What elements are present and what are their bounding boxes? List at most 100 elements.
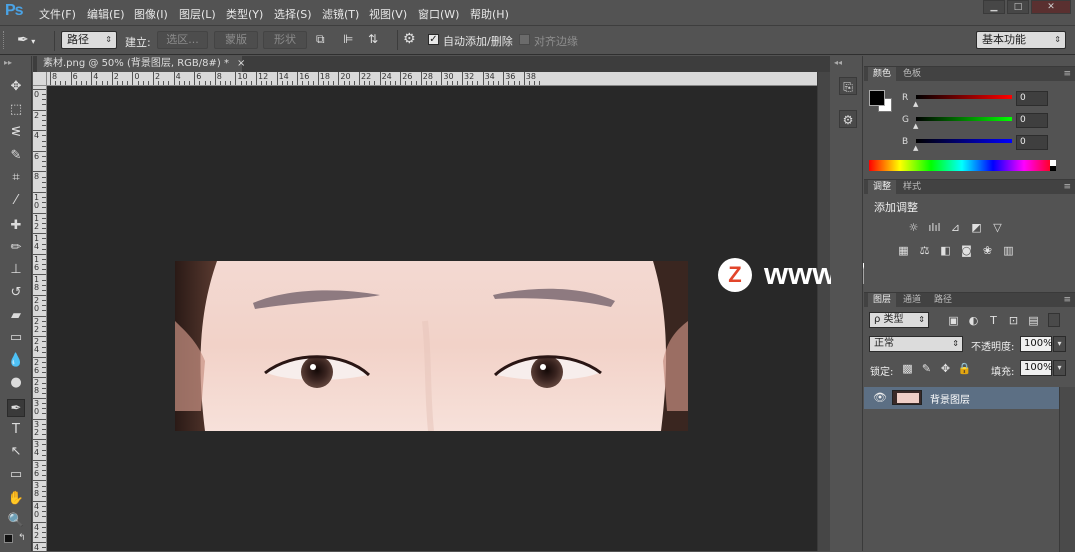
menu-layer[interactable]: 图层(L)	[179, 6, 216, 22]
b-value-input[interactable]: 0	[1016, 135, 1048, 150]
path-selection-tool-icon[interactable]: ↖	[7, 443, 25, 461]
vertical-scrollbar[interactable]	[817, 72, 830, 551]
lock-transparent-icon[interactable]: ▩	[900, 362, 915, 375]
gear-icon[interactable]: ⚙	[403, 31, 423, 49]
type-tool-icon[interactable]: T	[7, 421, 25, 439]
zoom-tool-icon[interactable]: 🔍	[7, 512, 25, 530]
rectangle-tool-icon[interactable]: ▭	[7, 466, 25, 484]
close-tab-icon[interactable]: ×	[237, 58, 245, 69]
black-swatch[interactable]	[1050, 166, 1056, 171]
eyedropper-tool-icon[interactable]: ⁄	[7, 192, 25, 210]
swap-colors-icon[interactable]: ↰	[18, 533, 26, 543]
properties-panel-icon[interactable]: ⚙	[839, 110, 857, 128]
quick-selection-tool-icon[interactable]: ✎	[7, 147, 25, 165]
color-lookup-icon[interactable]: ▥	[1001, 244, 1016, 257]
document-image-eyes[interactable]	[175, 261, 688, 431]
lasso-tool-icon[interactable]: ᓬ	[7, 124, 25, 142]
panel-menu-icon[interactable]: ≡	[1063, 180, 1071, 194]
tab-swatches[interactable]: 色板	[898, 67, 926, 81]
document-tab[interactable]: 素材.png @ 50% (背景图层, RGB/8#) * ×	[37, 56, 245, 72]
marquee-tool-icon[interactable]: ⬚	[7, 101, 25, 119]
menu-edit[interactable]: 编辑(E)	[87, 6, 125, 22]
mask-button[interactable]: 蒙版	[214, 31, 258, 49]
g-value-input[interactable]: 0	[1016, 113, 1048, 128]
workspace-select[interactable]: 基本功能 ⇕	[976, 31, 1066, 49]
menu-view[interactable]: 视图(V)	[369, 6, 407, 22]
fill-dropdown-arrow[interactable]: ▾	[1053, 360, 1066, 376]
maximize-button[interactable]: □	[1007, 0, 1029, 14]
menu-window[interactable]: 窗口(W)	[418, 6, 459, 22]
opacity-input[interactable]: 100%	[1020, 336, 1053, 352]
foreground-color-chip[interactable]	[869, 90, 885, 106]
filter-toggle[interactable]	[1048, 313, 1060, 327]
history-brush-tool-icon[interactable]: ↺	[7, 284, 25, 302]
pen-tool-icon[interactable]: ✒	[7, 399, 25, 417]
healing-brush-tool-icon[interactable]: ✚	[7, 217, 25, 235]
levels-icon[interactable]: ılıl	[927, 221, 942, 234]
vertical-ruler[interactable]: 0 2 4 6 8 1 0 1 2 1 4 1 6 1 8 2 0 2 2 2 4 2 6 2 8 3 0 3 …	[33, 86, 47, 551]
lock-all-icon[interactable]: 🔒	[957, 362, 972, 375]
eraser-tool-icon[interactable]: ▰	[7, 307, 25, 325]
color-balance-icon[interactable]: ⚖	[917, 244, 932, 257]
hue-saturation-icon[interactable]: ▦	[896, 244, 911, 257]
menu-file[interactable]: 文件(F)	[39, 6, 76, 22]
history-panel-icon[interactable]: ⎘	[839, 77, 857, 95]
selection-button[interactable]: 选区...	[157, 31, 208, 49]
horizontal-ruler[interactable]: 8 6 4 2 0 2 4 6 8 10 12 14 16 18 20 22 24 26 28 30 32 34 36 38	[47, 72, 817, 86]
auto-add-delete-checkbox[interactable]: ✓	[428, 34, 439, 45]
color-spectrum-bar[interactable]	[869, 160, 1055, 171]
path-alignment-icon[interactable]: ⊫	[343, 32, 357, 48]
fill-input[interactable]: 100%	[1020, 360, 1053, 376]
filter-shape-icon[interactable]: ⊡	[1006, 314, 1021, 327]
layers-scrollbar[interactable]	[1059, 387, 1075, 552]
menu-select[interactable]: 选择(S)	[274, 6, 312, 22]
menu-image[interactable]: 图像(I)	[134, 6, 168, 22]
dodge-tool-icon[interactable]: ●	[7, 374, 25, 392]
lock-pixels-icon[interactable]: ✎	[919, 362, 934, 375]
mode-select[interactable]: 路径 ⇕	[61, 31, 117, 49]
filter-pixel-icon[interactable]: ▣	[946, 314, 961, 327]
filter-smart-object-icon[interactable]: ▤	[1026, 314, 1041, 327]
opacity-dropdown-arrow[interactable]: ▾	[1053, 336, 1066, 352]
tab-styles[interactable]: 样式	[898, 180, 926, 194]
path-arrangement-icon[interactable]: ⇅	[368, 32, 386, 48]
brush-tool-icon[interactable]: ✏	[7, 239, 25, 257]
brightness-contrast-icon[interactable]: ☼	[906, 221, 921, 234]
panel-menu-icon[interactable]: ≡	[1063, 67, 1071, 81]
shape-button[interactable]: 形状	[263, 31, 307, 49]
black-white-icon[interactable]: ◧	[938, 244, 953, 257]
menu-help[interactable]: 帮助(H)	[470, 6, 509, 22]
tab-paths[interactable]: 路径	[929, 293, 957, 307]
layer-row[interactable]: 👁 背景图层	[864, 387, 1059, 409]
r-value-input[interactable]: 0	[1016, 91, 1048, 106]
g-slider[interactable]	[916, 117, 1012, 121]
grip-handle[interactable]	[3, 31, 7, 49]
collapse-arrows-icon[interactable]: ◂◂	[834, 58, 842, 67]
visibility-eye-icon[interactable]: 👁	[873, 391, 887, 404]
clone-stamp-tool-icon[interactable]: ⊥	[7, 261, 25, 279]
move-tool-icon[interactable]: ✥	[7, 78, 25, 96]
close-button[interactable]: ✕	[1031, 0, 1071, 14]
menu-type[interactable]: 类型(Y)	[226, 6, 263, 22]
layer-filter-select[interactable]: ρ 类型 ⇕	[869, 312, 929, 328]
curves-icon[interactable]: ⊿	[948, 221, 963, 234]
b-slider[interactable]	[916, 139, 1012, 143]
hand-tool-icon[interactable]: ✋	[7, 490, 25, 508]
g-slider-handle[interactable]: ▲	[913, 122, 918, 130]
filter-type-icon[interactable]: T	[986, 314, 1001, 327]
crop-tool-icon[interactable]: ⌗	[7, 169, 25, 187]
r-slider-handle[interactable]: ▲	[913, 100, 918, 108]
filter-adjustment-icon[interactable]: ◐	[966, 314, 981, 327]
blend-mode-select[interactable]: 正常 ⇕	[869, 336, 963, 352]
tab-layers[interactable]: 图层	[868, 293, 897, 307]
channel-mixer-icon[interactable]: ❀	[980, 244, 995, 257]
tab-channels[interactable]: 通道	[898, 293, 926, 307]
foreground-color-swatch[interactable]	[4, 534, 13, 543]
tab-adjustments[interactable]: 调整	[868, 180, 897, 194]
collapse-arrows-icon[interactable]: ▸▸	[4, 58, 12, 67]
path-operations-icon[interactable]: ⧉	[316, 32, 330, 48]
menu-filter[interactable]: 滤镜(T)	[322, 6, 359, 22]
exposure-icon[interactable]: ◩	[969, 221, 984, 234]
b-slider-handle[interactable]: ▲	[913, 144, 918, 152]
pen-tool-preset-icon[interactable]: ✒ ▾	[17, 31, 49, 49]
